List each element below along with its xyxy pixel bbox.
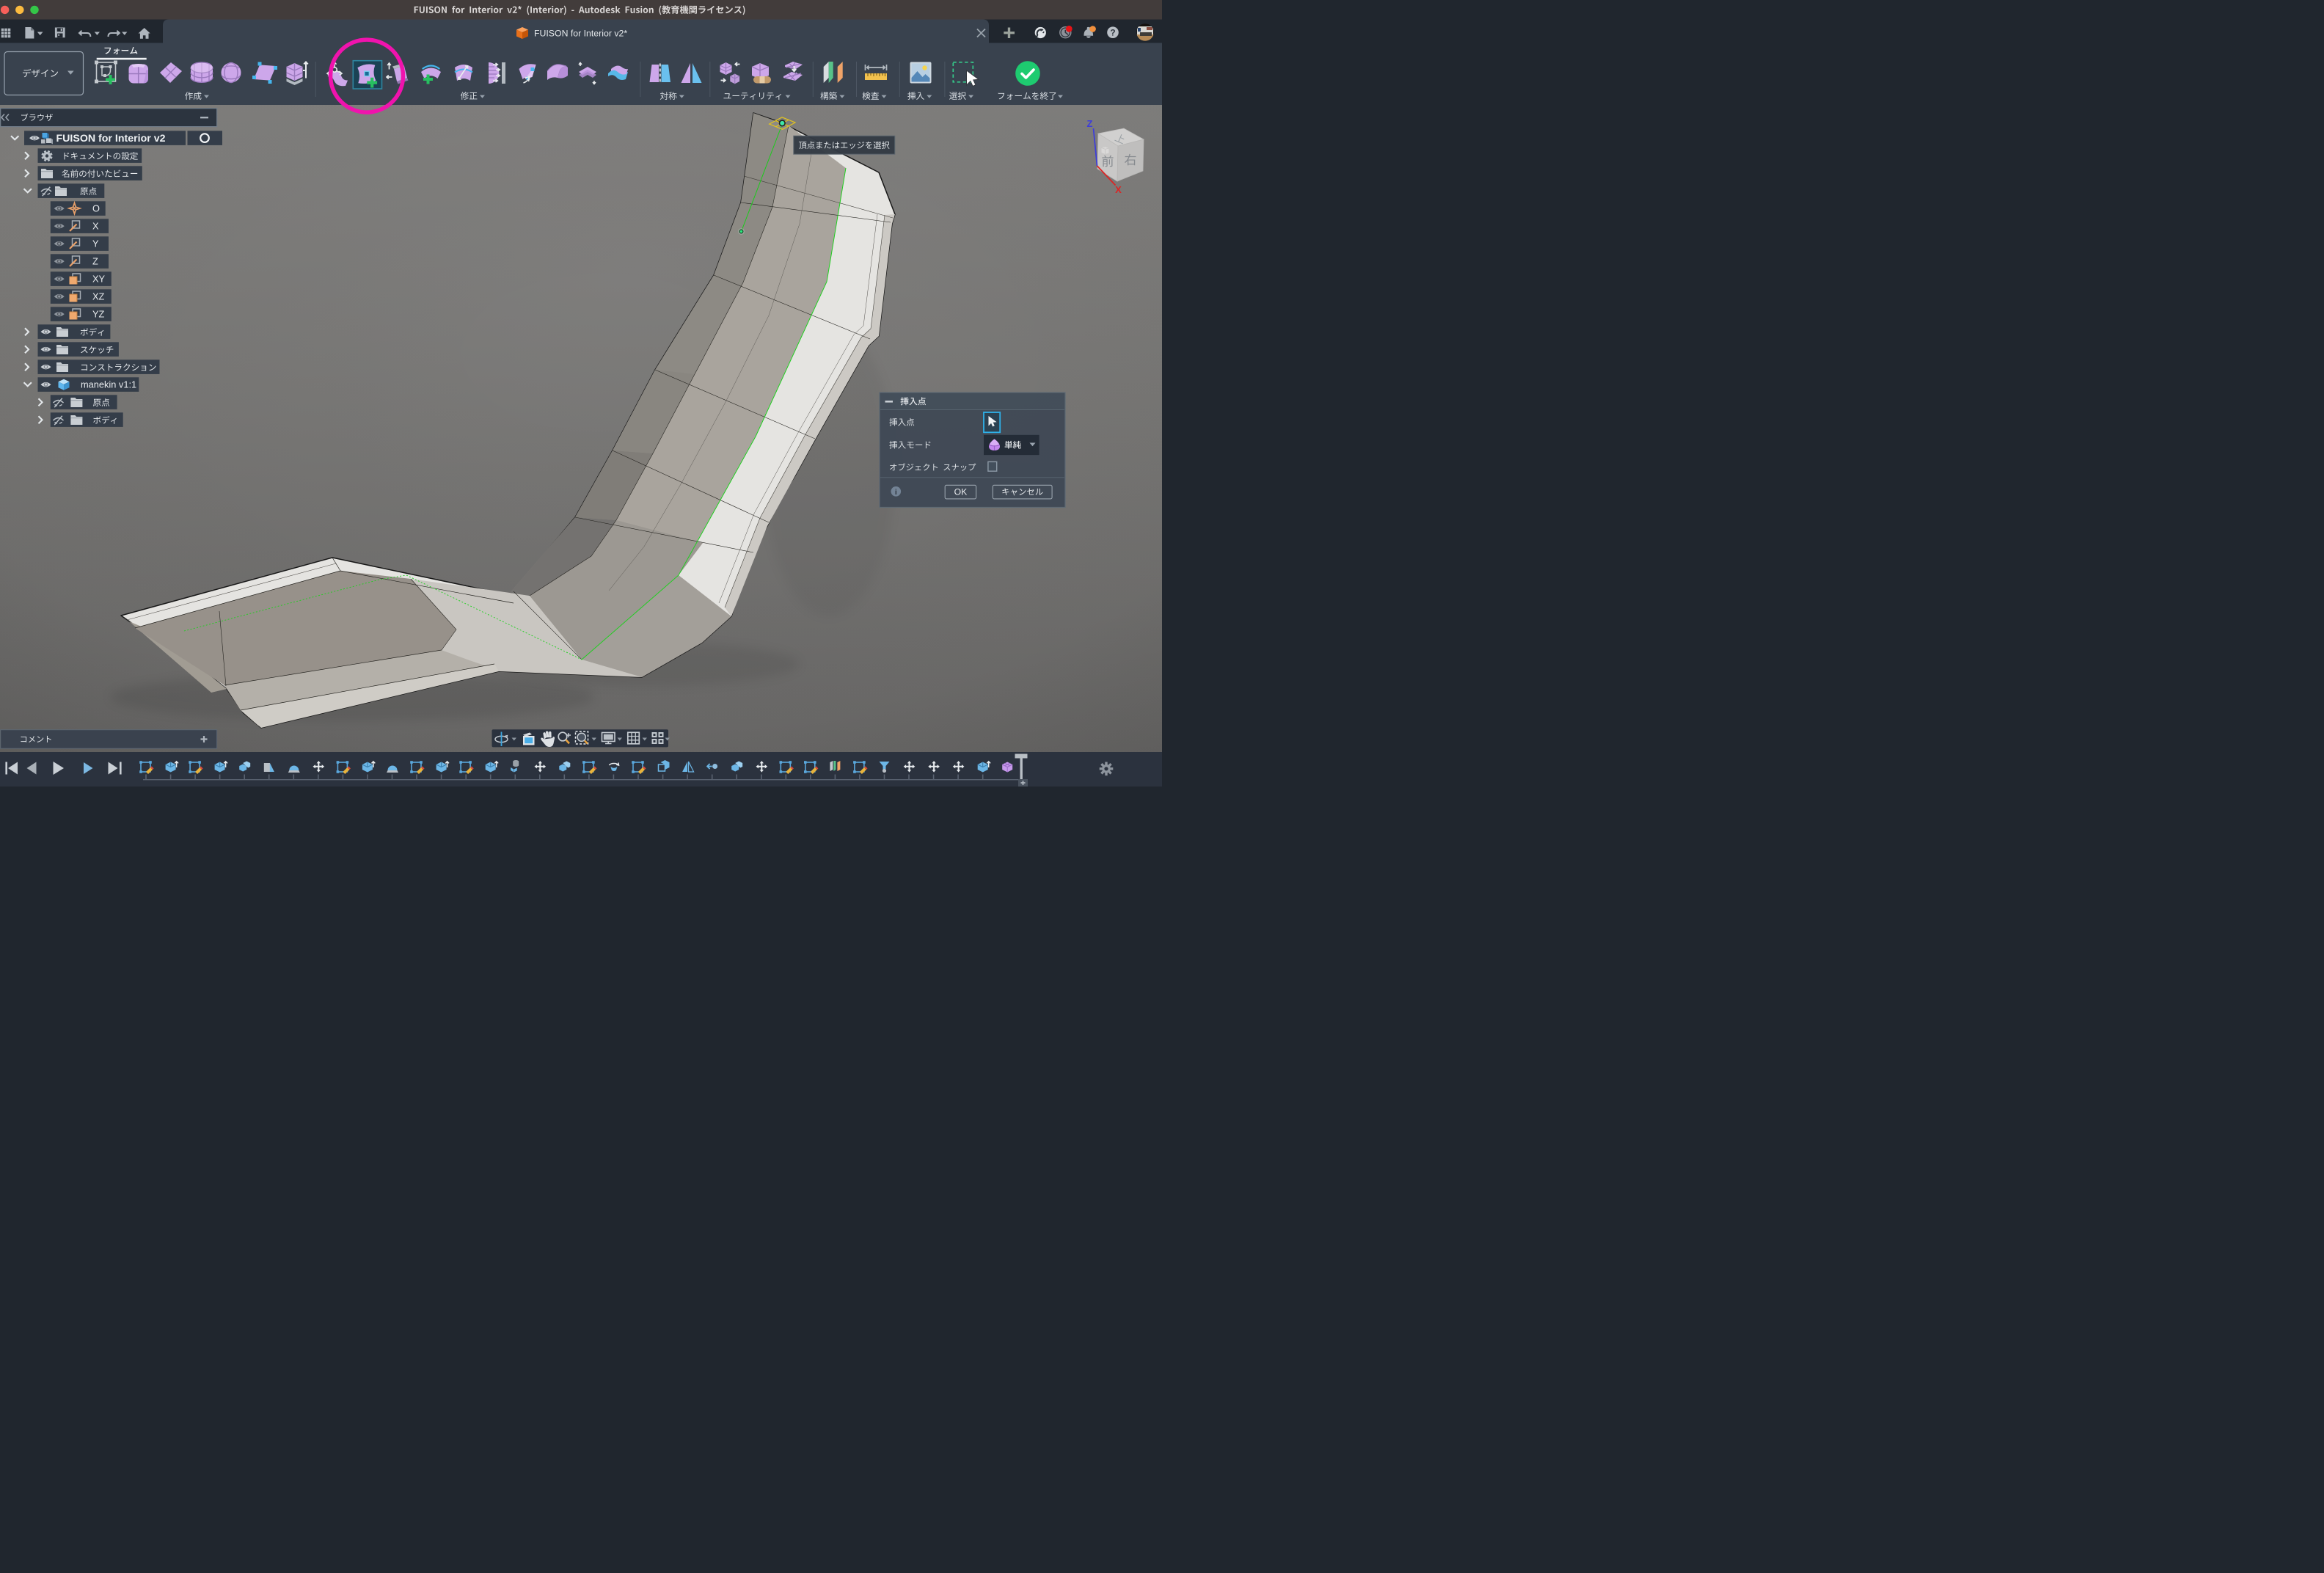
svg-text:XZ: XZ [92, 291, 105, 302]
svg-text:XY: XY [92, 274, 106, 285]
svg-text:?: ? [1110, 29, 1115, 38]
svg-text:X: X [92, 221, 99, 232]
svg-text:X: X [1115, 184, 1122, 195]
svg-text:manekin v1:1: manekin v1:1 [81, 379, 136, 390]
svg-text:Y: Y [92, 238, 99, 249]
svg-text:OK: OK [954, 486, 968, 497]
svg-text:Z: Z [92, 256, 98, 267]
svg-text:i: i [895, 488, 897, 497]
svg-text:YZ: YZ [92, 309, 105, 320]
svg-text:FUISON for Interior v2: FUISON for Interior v2 [56, 133, 166, 145]
svg-text:O: O [92, 203, 100, 214]
svg-text:Z: Z [1087, 118, 1093, 129]
svg-text:FUISON for Interior v2*: FUISON for Interior v2* [534, 28, 627, 38]
